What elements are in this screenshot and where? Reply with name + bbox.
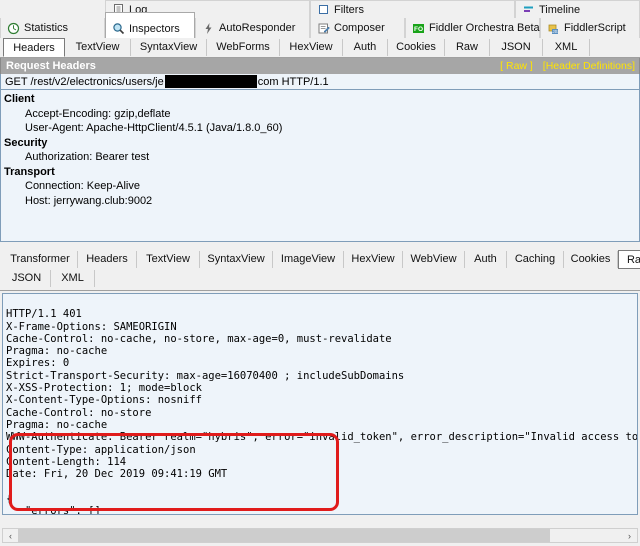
request-headers-list[interactable]: Client Accept-Encoding: gzip,deflate Use…	[0, 90, 640, 242]
tab-composer-label: Composer	[334, 22, 385, 34]
response-header: Cache-Control: no-cache, no-store, max-a…	[6, 332, 392, 345]
response-header: Expires: 0	[6, 357, 70, 370]
response-header: X-XSS-Protection: 1; mode=block	[6, 382, 202, 395]
top-tab-timeline-label: Timeline	[539, 3, 581, 16]
response-header: WWW-Authenticate: Bearer realm="hybris",…	[6, 431, 638, 444]
response-header: Strict-Transport-Security: max-age=16070…	[6, 369, 405, 382]
header-item: Authorization: Bearer test	[25, 151, 150, 163]
response-header: Pragma: no-cache	[6, 345, 108, 358]
composer-pencil-icon	[317, 22, 330, 35]
header-definitions-link[interactable]: [Header Definitions]	[543, 60, 635, 72]
timeline-icon	[522, 3, 535, 16]
orchestra-fo-icon: FO	[412, 22, 425, 35]
scroll-left-arrow-icon[interactable]: ‹	[3, 529, 18, 542]
raw-response-text: HTTP/1.1 401 X-Frame-Options: SAMEORIGIN…	[3, 294, 638, 515]
response-tab-webview[interactable]: WebView	[403, 251, 465, 268]
tab-inspectors-label: Inspectors	[129, 22, 180, 35]
response-tab-xml[interactable]: XML	[51, 270, 95, 287]
request-tab-xml[interactable]: XML	[543, 39, 590, 56]
top-tab-filters[interactable]: Filters	[310, 0, 515, 18]
inspectors-magnifier-icon	[112, 22, 125, 35]
request-tab-textview[interactable]: TextView	[65, 39, 131, 56]
tab-autoresponder-label: AutoResponder	[219, 22, 296, 34]
response-header: Content-Type: application/json	[6, 443, 196, 456]
main-tab-bar: Statistics Inspectors AutoResponder Comp…	[0, 12, 640, 38]
scroll-right-arrow-icon[interactable]: ›	[622, 529, 637, 542]
request-line-suffix: com HTTP/1.1	[257, 76, 329, 88]
response-header: Date: Fri, 20 Dec 2019 09:41:19 GMT	[6, 468, 228, 481]
header-item: User-Agent: Apache-HttpClient/4.5.1 (Jav…	[25, 122, 283, 134]
header-item: Connection: Keep-Alive	[25, 180, 140, 192]
response-tab-syntaxview[interactable]: SyntaxView	[200, 251, 273, 268]
response-header: Cache-Control: no-store	[6, 406, 152, 419]
panel-splitter[interactable]	[0, 242, 640, 250]
response-header: Content-Length: 114	[6, 455, 127, 468]
tab-fiddlerscript-label: FiddlerScript	[564, 22, 626, 34]
request-tab-headers[interactable]: Headers	[3, 38, 65, 57]
response-tab-transformer[interactable]: Transformer	[3, 251, 78, 268]
request-tab-webforms[interactable]: WebForms	[207, 39, 280, 56]
response-tab-raw[interactable]: Raw	[618, 250, 640, 269]
tab-statistics[interactable]: Statistics	[0, 18, 105, 38]
tab-statistics-label: Statistics	[24, 22, 69, 34]
page-title: Request Headers	[6, 60, 96, 72]
raw-link[interactable]: [ Raw ]	[500, 60, 533, 72]
response-tab-json[interactable]: JSON	[3, 270, 51, 287]
scrollbar-track[interactable]	[18, 529, 622, 542]
response-body-line: {	[6, 492, 13, 505]
raw-response-view[interactable]: HTTP/1.1 401 X-Frame-Options: SAMEORIGIN…	[2, 293, 638, 515]
horizontal-scrollbar[interactable]: ‹ ›	[2, 528, 638, 543]
top-tab-timeline[interactable]: Timeline	[515, 0, 640, 18]
request-tab-syntaxview[interactable]: SyntaxView	[131, 39, 207, 56]
response-tab-cookies[interactable]: Cookies	[564, 251, 618, 268]
fiddler-window: Log Filters Timeline Statistics Inspecto…	[0, 0, 640, 546]
response-tab-textview[interactable]: TextView	[137, 251, 200, 268]
response-tab-imageview[interactable]: ImageView	[273, 251, 344, 268]
tab-fiddler-orchestra-beta-label: Fiddler Orchestra Beta	[429, 22, 540, 34]
request-tab-hexview[interactable]: HexView	[280, 39, 343, 56]
response-body-line: "errors": []	[6, 505, 101, 515]
header-item: Accept-Encoding: gzip,deflate	[25, 107, 171, 120]
request-line[interactable]: GET /rest/v2/electronics/users/je com HTT…	[0, 74, 640, 90]
filters-checkbox-icon	[317, 3, 330, 16]
request-tab-auth[interactable]: Auth	[343, 39, 388, 56]
tab-inspectors[interactable]: Inspectors	[105, 12, 195, 38]
response-header: X-Content-Type-Options: nosniff	[6, 394, 202, 407]
fiddlerscript-js-icon: JS	[547, 22, 560, 35]
svg-text:FO: FO	[414, 26, 423, 33]
response-header: Pragma: no-cache	[6, 418, 108, 431]
svg-text:JS: JS	[552, 29, 557, 34]
response-tab-headers[interactable]: Headers	[78, 251, 137, 268]
header-group-client: Client	[4, 93, 35, 105]
response-inspector-tab-bar: Transformer Headers TextView SyntaxView …	[0, 250, 640, 291]
request-headers-title-bar: Request Headers [ Raw ] [Header Definiti…	[0, 58, 640, 74]
tab-fiddler-orchestra-beta[interactable]: FO Fiddler Orchestra Beta	[405, 18, 540, 38]
redaction-box	[164, 75, 257, 88]
autoresponder-bolt-icon	[202, 22, 215, 35]
response-tab-hexview[interactable]: HexView	[344, 251, 403, 268]
response-header: X-Frame-Options: SAMEORIGIN	[6, 320, 177, 333]
top-tab-strip: Log Filters Timeline	[0, 0, 640, 18]
tab-fiddlerscript[interactable]: JS FiddlerScript	[540, 18, 640, 38]
request-tab-json[interactable]: JSON	[490, 39, 543, 56]
response-tab-caching[interactable]: Caching	[507, 251, 564, 268]
response-tab-auth[interactable]: Auth	[465, 251, 507, 268]
request-headers-links: [ Raw ] [Header Definitions]	[493, 58, 635, 74]
request-inspector-tab-bar: Headers TextView SyntaxView WebForms Hex…	[0, 38, 640, 58]
response-status-line: HTTP/1.1 401	[6, 308, 82, 321]
header-item: Host: jerrywang.club:9002	[25, 194, 153, 207]
request-tab-raw[interactable]: Raw	[445, 39, 490, 56]
statistics-clock-icon	[7, 22, 20, 35]
scrollbar-thumb[interactable]	[18, 529, 550, 542]
header-group-security: Security	[4, 136, 48, 149]
header-group-transport: Transport	[4, 165, 55, 178]
request-tab-cookies[interactable]: Cookies	[388, 39, 445, 56]
top-tab-filters-label: Filters	[334, 3, 364, 16]
tab-composer[interactable]: Composer	[310, 18, 405, 38]
tab-autoresponder[interactable]: AutoResponder	[195, 18, 310, 38]
request-line-prefix: GET /rest/v2/electronics/users/je	[5, 76, 164, 88]
